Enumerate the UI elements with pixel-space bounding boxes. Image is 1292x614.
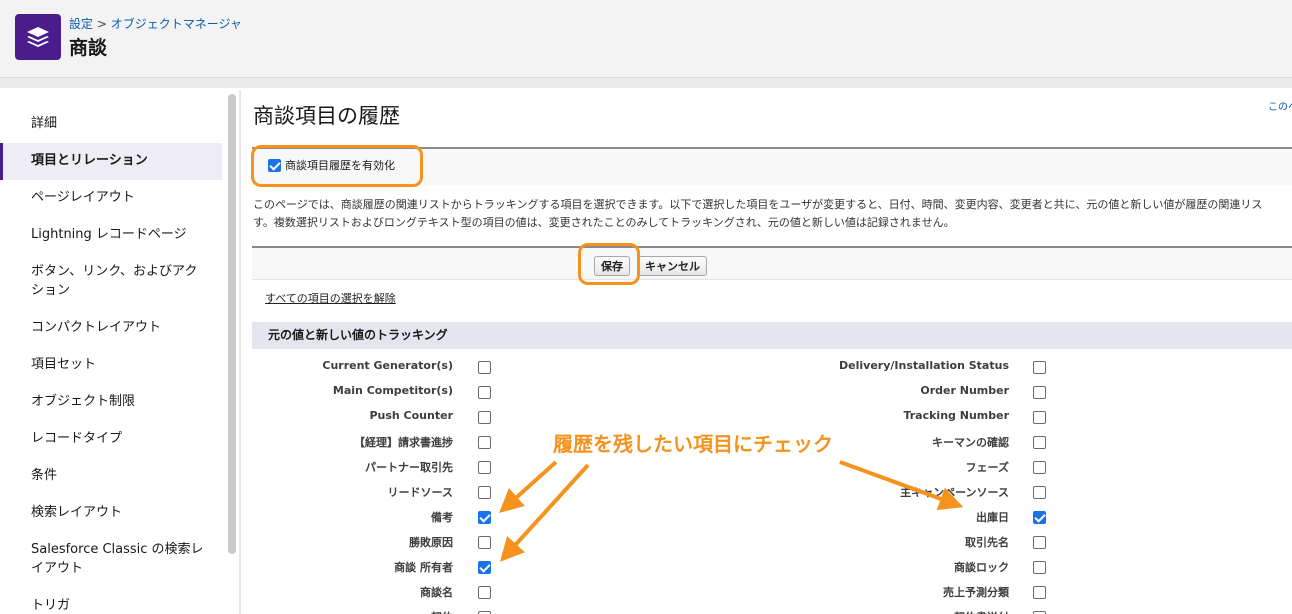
save-highlight-oval — [578, 243, 640, 285]
annotation-text: 履歴を残したい項目にチェック — [553, 432, 833, 456]
deselect-all-link[interactable]: すべての項目の選択を解除 — [265, 290, 396, 306]
field-checkbox-left[interactable] — [478, 511, 491, 524]
breadcrumb-setup-link[interactable]: 設定 — [69, 17, 93, 31]
sidebar-item-page-layouts[interactable]: ページレイアウト — [0, 188, 222, 207]
sidebar-item-conditions[interactable]: 条件 — [0, 466, 222, 485]
enable-highlight-oval — [251, 145, 423, 187]
cancel-button[interactable]: キャンセル — [638, 256, 707, 276]
page-header: 設定 > オブジェクトマネージャ 商談 — [0, 0, 1292, 78]
field-label-left: パートナー取引先 — [365, 461, 453, 474]
field-label-right: Tracking Number — [903, 409, 1009, 422]
object-title: 商談 — [69, 37, 108, 59]
field-checkbox-right[interactable] — [1033, 361, 1046, 374]
breadcrumb-object-manager-link[interactable]: オブジェクトマネージャ — [111, 17, 242, 31]
sidebar-item-lightning-record-pages[interactable]: Lightning レコードページ — [0, 225, 222, 244]
field-checkbox-left[interactable] — [478, 536, 491, 549]
field-checkbox-right[interactable] — [1033, 511, 1046, 524]
arrow-to-owner — [499, 463, 590, 562]
field-checkbox-right[interactable] — [1033, 461, 1046, 474]
field-label-right: Delivery/Installation Status — [839, 359, 1009, 372]
field-checkbox-right[interactable] — [1033, 386, 1046, 399]
field-label-right: フェーズ — [965, 461, 1009, 474]
description-line-1: このページでは、商談履歴の関連リストからトラッキングする項目を選択できます。以下… — [253, 198, 1263, 211]
field-label-right: 出庫日 — [976, 511, 1009, 524]
field-checkbox-right[interactable] — [1033, 411, 1046, 424]
tracking-section-header: 元の値と新しい値のトラッキング — [252, 322, 1292, 349]
field-checkbox-right[interactable] — [1033, 486, 1046, 499]
description-line-2: す。複数選択リストおよびロングテキスト型の項目の値は、変更されたことのみしてトラ… — [253, 216, 955, 229]
sidebar-item-field-sets[interactable]: 項目セット — [0, 355, 222, 374]
field-label-left: 備考 — [431, 511, 453, 524]
field-checkbox-left[interactable] — [478, 386, 491, 399]
field-label-right: キーマンの確認 — [932, 436, 1009, 449]
sidebar-item-details[interactable]: 詳細 — [0, 114, 222, 133]
sidebar-item-search-layouts[interactable]: 検索レイアウト — [0, 503, 222, 522]
content-divider — [239, 90, 241, 614]
breadcrumb: 設定 > オブジェクトマネージャ — [69, 15, 242, 32]
field-label-right: 取引先名 — [965, 536, 1009, 549]
field-label-left: 勝敗原因 — [409, 536, 453, 549]
sidebar-item-buttons-links-actions[interactable]: ボタン、リンク、およびアク ション — [0, 262, 222, 300]
button-bar — [252, 246, 1292, 280]
field-label-left: Main Competitor(s) — [332, 384, 453, 397]
sidebar-item-triggers[interactable]: トリガ — [0, 596, 222, 614]
field-label-left: 契約 — [431, 609, 453, 614]
sidebar-nav: 詳細 項目とリレーション ページレイアウト Lightning レコードページ … — [0, 90, 224, 614]
field-label-left: 【経理】請求書進捗 — [354, 436, 453, 449]
header-band — [0, 78, 1292, 88]
field-checkbox-left[interactable] — [478, 561, 491, 574]
sidebar-scrollbar[interactable] — [228, 94, 236, 554]
field-label-right: 主キャンペーンソース — [900, 486, 1009, 499]
field-label-left: 商談 所有者 — [394, 561, 453, 574]
field-checkbox-right[interactable] — [1033, 436, 1046, 449]
sidebar-item-compact-layouts[interactable]: コンパクトレイアウト — [0, 318, 222, 337]
breadcrumb-separator: > — [96, 17, 107, 31]
section-page-title: 商談項目の履歴 — [253, 104, 400, 128]
field-label-right: 売上予測分類 — [943, 586, 1009, 599]
sidebar-item-fields-relationships[interactable]: 項目とリレーション — [0, 143, 222, 180]
layers-icon — [15, 14, 61, 60]
field-checkbox-left[interactable] — [478, 436, 491, 449]
sidebar-item-record-types[interactable]: レコードタイプ — [0, 429, 222, 448]
help-link[interactable]: このペ — [1268, 98, 1292, 113]
field-label-left: Push Counter — [369, 409, 453, 422]
field-label-right: 商談ロック — [954, 561, 1009, 574]
field-checkbox-right[interactable] — [1033, 536, 1046, 549]
field-label-right: 契約書送付 — [954, 609, 1009, 614]
field-label-right: Order Number — [920, 384, 1009, 397]
field-label-left: 商談名 — [420, 586, 453, 599]
field-checkbox-left[interactable] — [478, 411, 491, 424]
field-label-left: Current Generator(s) — [322, 359, 453, 372]
sidebar-item-classic-search-layouts[interactable]: Salesforce Classic の検索レ イアウト — [0, 540, 222, 578]
field-checkbox-right[interactable] — [1033, 561, 1046, 574]
description-text: このページでは、商談履歴の関連リストからトラッキングする項目を選択できます。以下… — [253, 196, 1292, 232]
sidebar-item-object-limits[interactable]: オブジェクト制限 — [0, 392, 222, 411]
field-checkbox-left[interactable] — [478, 486, 491, 499]
field-checkbox-left[interactable] — [478, 586, 491, 599]
field-checkbox-left[interactable] — [478, 461, 491, 474]
field-checkbox-right[interactable] — [1033, 586, 1046, 599]
arrow-to-bikou — [499, 460, 558, 514]
field-checkbox-left[interactable] — [478, 361, 491, 374]
field-label-left: リードソース — [387, 486, 453, 499]
